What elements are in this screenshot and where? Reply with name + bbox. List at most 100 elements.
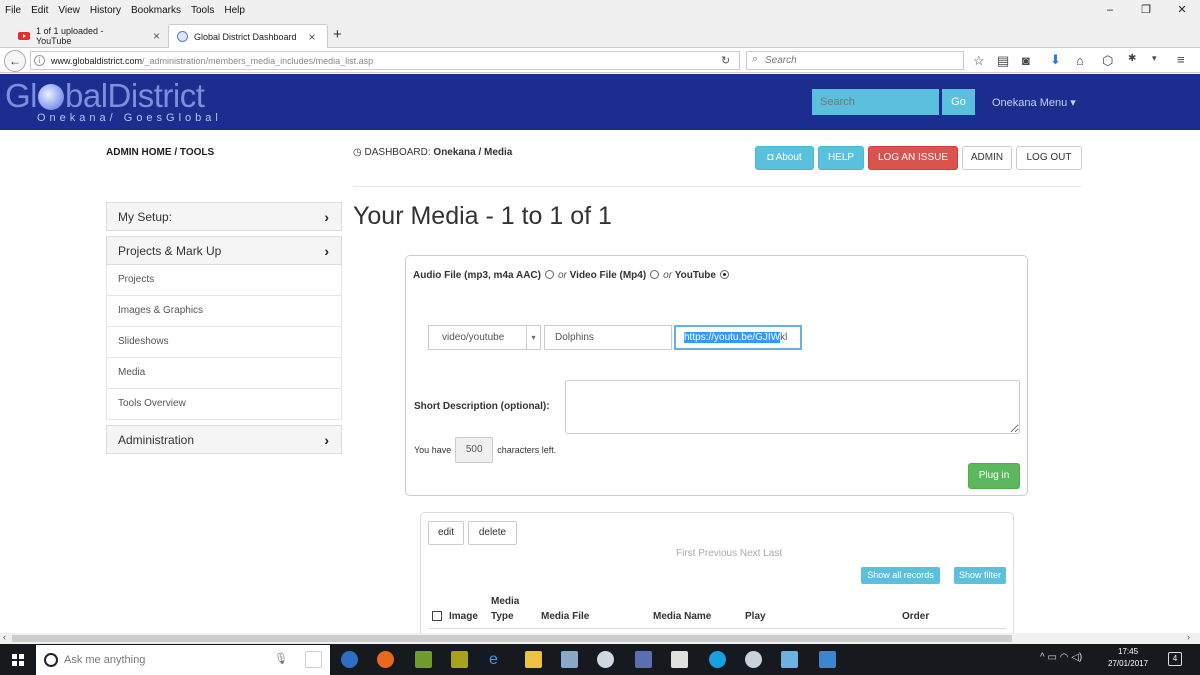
reload-icon[interactable]: ↻	[721, 54, 730, 67]
taskbar-clock[interactable]: 17:45 27/01/2017	[1108, 646, 1148, 670]
browser-menu-bar: File Edit View History Bookmarks Tools H…	[0, 0, 1200, 20]
globe-icon	[177, 31, 188, 42]
menu-edit[interactable]: Edit	[26, 5, 53, 16]
app-icon-1[interactable]	[341, 651, 358, 668]
restore-icon[interactable]: ❐	[1128, 0, 1164, 20]
extension-icon[interactable]: ⬡	[1102, 53, 1113, 69]
notifications-icon[interactable]: 4	[1168, 652, 1182, 666]
menu-help[interactable]: Help	[219, 5, 250, 16]
sidebar-item-tools-overview[interactable]: Tools Overview	[106, 389, 342, 420]
fireworks-icon[interactable]	[451, 651, 468, 668]
app-icon-window[interactable]	[819, 651, 836, 668]
chevron-right-icon: ›	[324, 432, 329, 448]
edge-icon[interactable]: e	[489, 651, 506, 668]
help-button[interactable]: HELP	[818, 146, 864, 170]
firefox-icon[interactable]	[377, 651, 394, 668]
sidebar-item-media[interactable]: Media	[106, 358, 342, 389]
site-search-input[interactable]	[812, 89, 939, 115]
admin-home-link[interactable]: ADMIN HOME / TOOLS	[106, 147, 214, 158]
edit-button[interactable]: edit	[428, 521, 464, 545]
reading-list-icon[interactable]: ▤	[997, 53, 1009, 69]
show-all-records-button[interactable]: Show all records	[861, 567, 940, 584]
sidebar-administration[interactable]: Administration ›	[106, 425, 342, 454]
menu-view[interactable]: View	[53, 5, 85, 16]
scroll-left-icon[interactable]: ‹	[3, 632, 6, 642]
pagination[interactable]: First Previous Next Last	[676, 548, 782, 559]
close-window-icon[interactable]: ✕	[1164, 0, 1200, 20]
delete-button[interactable]: delete	[468, 521, 517, 545]
app-icon-settings[interactable]	[597, 651, 614, 668]
app-icon-tools[interactable]	[561, 651, 578, 668]
download-icon[interactable]: ⬇	[1050, 52, 1061, 68]
site-logo[interactable]: Gl balDistrict	[5, 77, 205, 115]
back-icon[interactable]: ←	[4, 50, 26, 72]
user-menu-dropdown[interactable]: Onekana Menu ▾	[992, 96, 1076, 109]
windows-start-icon[interactable]	[12, 654, 24, 666]
about-button[interactable]: ◘ About	[755, 146, 814, 170]
select-all-checkbox[interactable]	[432, 611, 442, 621]
sidebar-projects-markup[interactable]: Projects & Mark Up ›	[106, 236, 342, 265]
store-icon[interactable]	[671, 651, 688, 668]
window-controls: – ❐ ✕	[1092, 0, 1200, 20]
chars-count: 500	[455, 437, 494, 463]
chars-prefix: You have	[414, 445, 452, 455]
scrollbar-thumb[interactable]	[12, 635, 1012, 642]
description-textarea[interactable]	[565, 380, 1020, 434]
plug-in-button[interactable]: Plug in	[968, 463, 1020, 489]
clock-time: 17:45	[1118, 647, 1139, 656]
sidebar: My Setup: › Projects & Mark Up › Projects …	[106, 202, 342, 459]
app-icon-pen[interactable]	[781, 651, 798, 668]
media-type-select[interactable]: video/youtube ▾	[428, 325, 541, 350]
sidebar-item-slideshows[interactable]: Slideshows	[106, 327, 342, 358]
sidebar-item-projects[interactable]: Projects	[106, 265, 342, 296]
addon-icon[interactable]: ✱	[1128, 53, 1136, 64]
logout-button[interactable]: LOG OUT	[1016, 146, 1082, 170]
go-button[interactable]: Go	[942, 89, 975, 115]
info-icon[interactable]: i	[34, 55, 45, 66]
or-text: or	[557, 270, 567, 281]
menu-tools[interactable]: Tools	[186, 5, 219, 16]
browser-search-input[interactable]: Search	[746, 51, 964, 70]
pocket-icon[interactable]: ◙	[1022, 53, 1030, 68]
app-icon-brackets[interactable]	[635, 651, 652, 668]
search-icon: ⌕	[752, 53, 759, 65]
media-type-options: Audio File (mp3, m4a AAC) or Video File (…	[413, 270, 733, 281]
chevron-down-icon: ▾	[526, 326, 540, 349]
close-icon[interactable]: ×	[153, 29, 160, 43]
menu-bookmarks[interactable]: Bookmarks	[126, 5, 186, 16]
skype-icon[interactable]	[709, 651, 726, 668]
video-radio[interactable]	[650, 270, 660, 279]
minimize-icon[interactable]: –	[1092, 0, 1128, 20]
microphone-icon[interactable]: 🎙	[274, 652, 288, 665]
hamburger-menu-icon[interactable]: ≡	[1177, 52, 1185, 67]
page-title: Your Media - 1 to 1 of 1	[353, 202, 612, 230]
new-tab-icon[interactable]: +	[333, 26, 342, 43]
sidebar-item-images-graphics[interactable]: Images & Graphics	[106, 296, 342, 327]
youtube-radio[interactable]	[719, 270, 729, 279]
menu-file[interactable]: File	[0, 5, 26, 16]
media-url-input[interactable]: https://youtu.be/GJIWkl	[674, 325, 802, 350]
app-icon-chrome[interactable]	[745, 651, 762, 668]
admin-button[interactable]: ADMIN	[962, 146, 1012, 170]
tab-global-district[interactable]: Global District Dashboard ×	[168, 24, 328, 48]
task-view-icon[interactable]	[305, 651, 322, 668]
sidebar-my-setup[interactable]: My Setup: ›	[106, 202, 342, 231]
media-name-input[interactable]	[544, 325, 672, 350]
column-media-type-line2: Type	[491, 611, 514, 622]
scroll-right-icon[interactable]: ›	[1187, 632, 1190, 642]
log-issue-button[interactable]: LOG AN ISSUE	[868, 146, 958, 170]
overflow-chevron-icon[interactable]: ▾	[1152, 53, 1157, 64]
system-tray-icons[interactable]: ^ ▭ ◠ ◁)	[1040, 652, 1082, 663]
url-bar[interactable]: www.globaldistrict.com/_administration/m…	[30, 51, 740, 70]
dreamweaver-icon[interactable]	[415, 651, 432, 668]
sidebar-head-label: Administration	[118, 433, 195, 447]
close-icon[interactable]: ×	[309, 30, 316, 44]
tab-title: 1 of 1 uploaded - YouTube	[35, 26, 104, 46]
show-filter-button[interactable]: Show filter	[954, 567, 1006, 584]
tab-youtube[interactable]: 1 of 1 uploaded - YouTube ×	[10, 24, 168, 48]
home-icon[interactable]: ⌂	[1076, 53, 1084, 68]
audio-radio[interactable]	[544, 270, 554, 279]
bookmark-star-icon[interactable]: ☆	[973, 53, 985, 69]
file-explorer-icon[interactable]	[525, 651, 542, 668]
menu-history[interactable]: History	[85, 5, 126, 16]
